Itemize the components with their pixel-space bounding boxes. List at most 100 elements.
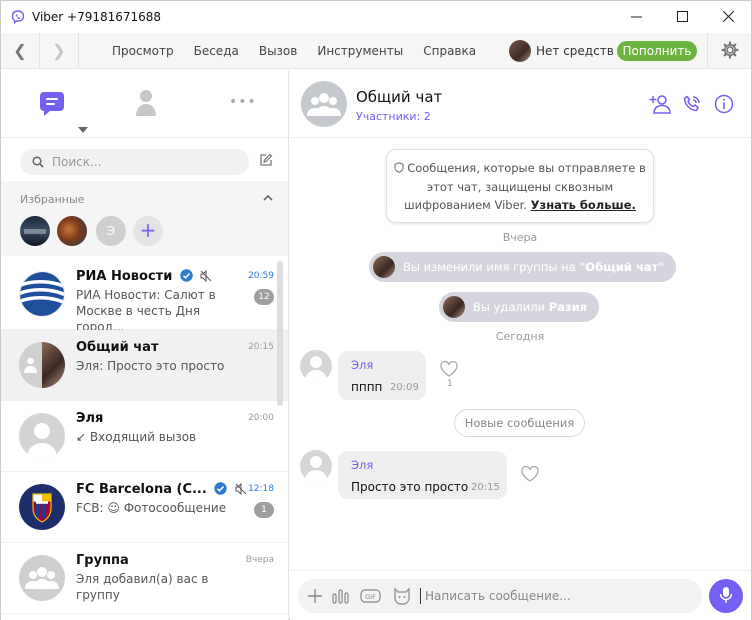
verified-icon [180,269,193,286]
profile-avatar[interactable] [509,40,531,62]
favorite-avatar[interactable] [57,216,87,246]
date-separator: Вчера [502,231,538,244]
menu-help[interactable]: Справка [423,44,476,58]
chevron-left-icon: ❮ [13,41,27,60]
topup-button[interactable]: Пополнить [617,41,697,61]
info-icon [714,94,734,117]
phone-icon [682,94,702,117]
chat-name: Группа [76,553,129,568]
chat-item-elya[interactable]: Эля ↙ Входящий вызов 20:00 [1,401,288,472]
chat-item-ria[interactable]: РИА Новости РИА Новости: Салют в Москве … [1,259,288,334]
forward-button[interactable]: ❯ [40,33,78,69]
user-avatar [373,256,395,278]
chat-name: FC Barcelona (C... [76,482,247,499]
chat-bubble-icon [38,92,66,121]
chat-list-scrollbar[interactable] [277,261,283,406]
favorite-avatar[interactable] [20,216,50,246]
conversation-title: Общий чат [356,88,443,106]
pencil-icon [259,153,273,170]
divider [78,32,79,69]
menu-call[interactable]: Вызов [259,44,298,58]
text-cursor [420,588,421,604]
chevron-down-icon[interactable] [78,122,88,136]
chat-preview: Эля: Просто это просто [76,359,225,373]
window-title: Viber +79181671688 [32,9,162,24]
message-input[interactable]: GIF Написать сообщение... [298,579,702,613]
sender-name: Эля [351,358,374,372]
chat-name: Эля [76,411,104,426]
like-button[interactable] [440,360,458,380]
svg-text:GIF: GIF [365,593,376,601]
chevron-right-icon: ❯ [52,41,66,60]
settings-button[interactable] [707,33,751,69]
chat-list: РИА Новости РИА Новости: Салют в Москве … [1,259,288,614]
chat-item-fcb[interactable]: FC Barcelona (C... FCB: ☺ Фотосообщение … [1,472,288,543]
add-participant-button[interactable] [649,94,671,116]
shield-icon [394,160,404,178]
favorites-section: Избранные Э + [1,181,288,256]
add-favorite-button[interactable]: + [133,216,163,246]
message-text: пппп [351,380,383,394]
tab-contacts[interactable] [135,89,157,120]
message-placeholder: Написать сообщение... [425,589,571,603]
learn-more-link[interactable]: Узнать больше. [531,198,636,212]
encryption-notice: Сообщения, которые вы отправляете в этот… [386,149,654,223]
favorite-avatar-letter[interactable]: Э [96,216,126,246]
left-panel: ••• Поиск... Избранные Э + РИА Новости Р… [1,70,289,620]
system-text: Вы удалили Разия [473,300,588,314]
chat-time: 12:18 [248,484,274,494]
menu-view[interactable]: Просмотр [112,44,174,58]
heart-icon [440,360,458,380]
conversation-header: Общий чат Участники: 2 [290,70,751,138]
conversation-panel: Общий чат Участники: 2 Сообщения, которы… [290,70,751,620]
message-bubble[interactable]: Эля Просто это просто 20:15 [338,451,507,499]
search-placeholder: Поиск... [52,155,102,169]
muted-icon [200,269,212,286]
record-voice-button[interactable] [709,579,743,613]
menu-tools[interactable]: Инструменты [317,44,403,58]
chat-preview: Эля добавил(а) вас в группу [76,572,209,602]
gif-icon[interactable]: GIF [360,588,382,604]
like-count: 1 [447,379,453,389]
chat-item-general[interactable]: Общий чат Эля: Просто это просто 20:15 [1,330,288,401]
call-button[interactable] [681,94,703,116]
gear-icon [720,40,739,62]
sender-name: Эля [351,458,374,472]
chat-time: 20:15 [248,342,274,352]
message-bubble[interactable]: Эля пппп 20:09 [338,351,426,400]
title-bar: Viber +79181671688 [1,1,751,32]
voice-wave-icon[interactable] [332,588,350,604]
search-input[interactable]: Поиск... [20,149,249,175]
section-tabs: ••• [1,70,288,138]
microphone-icon [719,586,733,607]
compose-button[interactable] [259,153,273,170]
chat-name: Общий чат [76,340,159,355]
more-icon[interactable]: ••• [229,94,257,110]
chevron-up-icon[interactable] [263,190,273,204]
menu-conversation[interactable]: Беседа [194,44,239,58]
tab-chats[interactable] [38,90,66,121]
search-icon [32,156,44,168]
viber-logo-icon [10,9,26,25]
message-time: 20:15 [471,482,500,493]
menu-bar: ❮ ❯ Просмотр Беседа Вызов Инструменты Сп… [1,32,751,69]
sender-avatar[interactable] [300,350,332,382]
minimize-button[interactable] [613,1,659,32]
like-button[interactable] [521,465,539,485]
back-button[interactable]: ❮ [1,33,39,69]
sender-avatar[interactable] [300,450,332,482]
date-separator: Сегодня [495,330,545,343]
favorites-title: Избранные [20,193,85,206]
chat-item-group[interactable]: Группа Эля добавил(а) вас в группу Вчера [1,543,288,614]
group-avatar[interactable] [301,81,347,127]
participants-link[interactable]: Участники: 2 [356,110,431,123]
maximize-button[interactable] [659,1,705,32]
sticker-icon[interactable] [392,587,412,605]
system-message: Вы удалили Разия [439,292,600,322]
close-button[interactable] [705,1,751,32]
heart-icon [521,465,539,485]
info-button[interactable] [713,94,735,116]
person-icon [135,90,157,120]
plus-icon[interactable] [308,589,322,603]
chat-time: 20:59 [248,271,274,281]
